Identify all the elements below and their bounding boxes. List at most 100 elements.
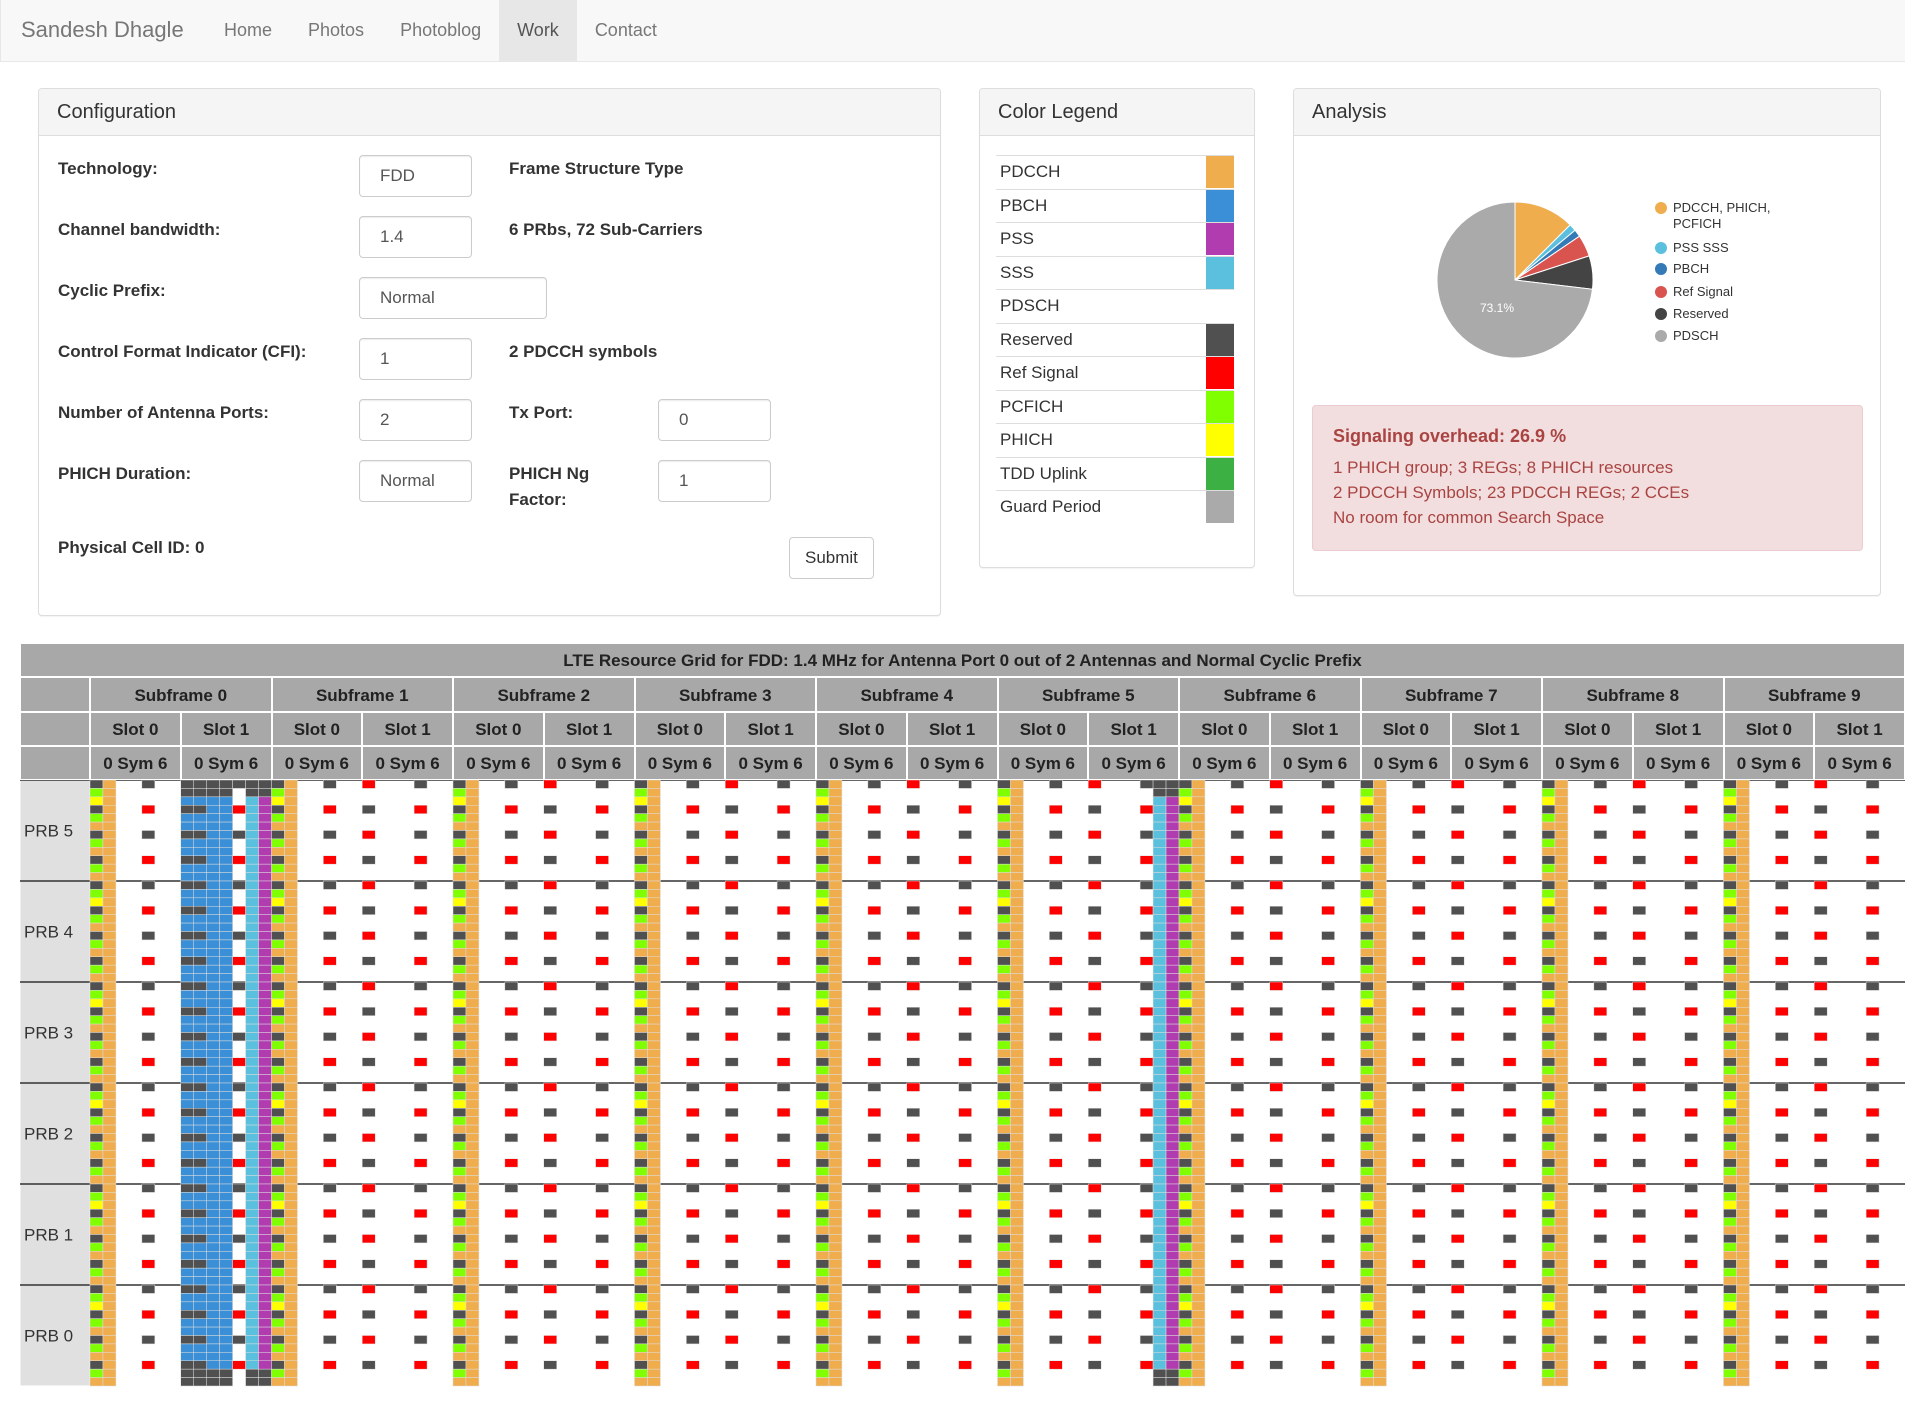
resource-element [245,1040,259,1050]
resource-element [1736,1352,1750,1361]
nav-work[interactable]: Work [499,0,577,62]
resource-element [1632,830,1646,840]
resource-element [1139,805,1154,814]
phich-ng-input[interactable]: 1 [658,460,771,502]
resource-element [1010,847,1024,857]
resource-element [634,931,648,941]
resource-element [828,780,843,789]
resource-element [1373,1116,1387,1126]
resource-element [634,1116,648,1126]
resource-element [595,1082,609,1092]
resource-element [828,1082,843,1092]
resource-element [1775,1259,1789,1269]
resource-element [284,1200,298,1210]
resource-element [323,1234,337,1244]
resource-element [193,1124,207,1134]
resource-element [258,1343,272,1353]
resource-element [1412,1158,1426,1168]
brand[interactable]: Sandesh Dhagle [21,17,184,43]
resource-element [776,1310,791,1319]
resource-element [232,1183,246,1193]
nav-photoblog[interactable]: Photoblog [382,0,499,62]
resource-element [1269,1158,1283,1168]
resource-element [1814,1108,1828,1117]
resource-element [1736,1259,1750,1269]
nav-home[interactable]: Home [206,0,290,62]
resource-element [452,863,467,873]
resource-element [1865,780,1880,789]
resource-element [997,1326,1011,1336]
resource-element [452,1377,467,1387]
technology-input[interactable]: FDD [359,155,472,197]
resource-element [1451,1209,1465,1218]
resource-element [193,1099,207,1109]
configuration-panel: Configuration Technology: FDD Frame Stru… [38,88,941,616]
resource-element [1152,1183,1167,1193]
resource-element [102,1150,117,1160]
resource-element [1723,1301,1737,1311]
resource-element [284,1310,298,1319]
symbol-header: 0 Sym 6 [362,746,453,780]
resource-element [1541,897,1556,907]
cyclic-prefix-select[interactable]: Normal [359,277,547,319]
resource-element [1684,880,1698,890]
resource-element [1554,889,1569,899]
resource-element [1736,1023,1750,1033]
resource-element [465,1301,480,1311]
resource-element [271,1209,285,1218]
legend-row-pbch: PBCH [996,188,1234,222]
resource-element [271,1091,285,1101]
resource-element [141,1007,156,1016]
resource-element [1554,813,1569,823]
resource-element [867,1259,882,1269]
resource-element [1191,1310,1206,1319]
antenna-ports-input[interactable]: 2 [359,399,472,441]
resource-element [1373,780,1387,789]
resource-element [725,1007,739,1016]
pie-legend-item: PDCCH, PHICH, PCFICH [1655,200,1793,232]
resource-element [102,990,117,1000]
resource-element [1178,1082,1193,1092]
resource-element [452,1259,467,1269]
resource-element [1814,1057,1828,1067]
resource-element [1191,1276,1206,1286]
cfi-input[interactable]: 1 [359,338,472,380]
resource-element [634,1352,648,1361]
resource-element [465,1209,480,1218]
resource-element [465,1352,480,1361]
tx-port-input[interactable]: 0 [658,399,771,441]
resource-element [543,780,557,789]
resource-element [1165,1099,1180,1109]
resource-element [258,1133,272,1143]
resource-element [1593,830,1608,840]
submit-button[interactable]: Submit [789,537,874,579]
resource-element [1736,1360,1750,1370]
resource-element [828,1099,843,1109]
nav-contact[interactable]: Contact [577,0,675,62]
resource-element [1593,780,1608,789]
nav-photos[interactable]: Photos [290,0,382,62]
resource-element [1010,922,1024,932]
resource-element [258,956,272,966]
resource-element [89,788,104,798]
resource-element [1541,1007,1556,1016]
resource-element [997,922,1011,932]
resource-element [1230,1234,1245,1244]
resource-element [232,1209,246,1218]
resource-element [867,1108,882,1117]
resource-element [867,981,882,991]
resource-element [180,1335,194,1345]
resource-element [1865,1259,1880,1269]
resource-element [102,1007,117,1016]
phich-duration-select[interactable]: Normal [359,460,472,502]
resource-element [1360,1192,1374,1202]
bandwidth-input[interactable]: 1.4 [359,216,472,258]
resource-element [1554,830,1569,840]
resource-element [1191,1183,1206,1193]
resource-element [958,1158,972,1168]
resource-element [776,1234,791,1244]
resource-element [141,1360,156,1370]
resource-element [1139,981,1154,991]
resource-element [1736,805,1750,814]
resource-element [271,998,285,1008]
